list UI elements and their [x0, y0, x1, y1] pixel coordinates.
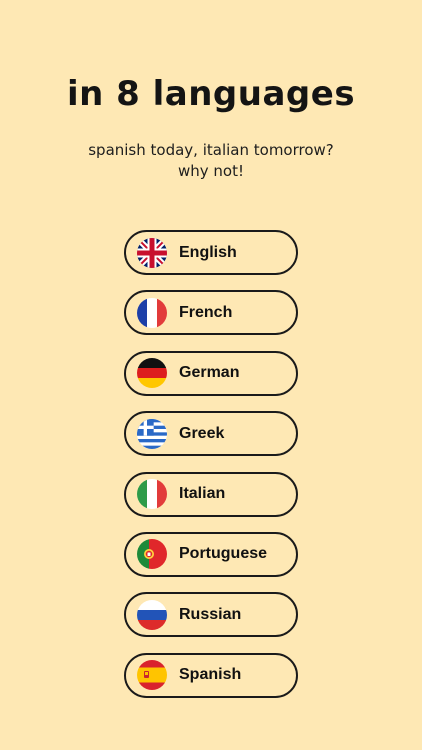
germany-flag-icon: [137, 358, 167, 389]
language-option-spanish[interactable]: Spanish: [124, 652, 298, 698]
language-label: French: [179, 303, 233, 321]
language-option-italian[interactable]: Italian: [124, 471, 298, 517]
uk-flag-icon: [137, 237, 167, 268]
language-option-greek[interactable]: Greek: [124, 411, 298, 457]
language-option-french[interactable]: French: [124, 290, 298, 336]
language-option-english[interactable]: English: [124, 230, 298, 275]
france-flag-icon: [137, 297, 167, 328]
language-label: Spanish: [179, 666, 242, 684]
language-label: Greek: [179, 424, 225, 442]
subtitle-line-2: why not!: [178, 162, 244, 180]
language-option-german[interactable]: German: [124, 350, 298, 396]
language-label: German: [179, 364, 240, 382]
portugal-flag-icon: [137, 539, 167, 570]
language-label: Russian: [179, 605, 242, 623]
language-label: Portuguese: [179, 545, 268, 563]
russia-flag-icon: [137, 599, 167, 630]
language-option-russian[interactable]: Russian: [124, 592, 298, 638]
language-list: English French German Greek Italian Port…: [124, 230, 298, 713]
language-label: English: [179, 243, 237, 261]
page-subtitle: spanish today, italian tomorrow? why not…: [0, 140, 422, 182]
language-label: Italian: [179, 485, 226, 503]
language-option-portuguese[interactable]: Portuguese: [124, 531, 298, 577]
subtitle-line-1: spanish today, italian tomorrow?: [88, 141, 334, 159]
page-title: in 8 languages: [66, 74, 356, 114]
greece-flag-icon: [137, 418, 167, 449]
italy-flag-icon: [137, 479, 167, 510]
spain-flag-icon: [137, 660, 167, 691]
